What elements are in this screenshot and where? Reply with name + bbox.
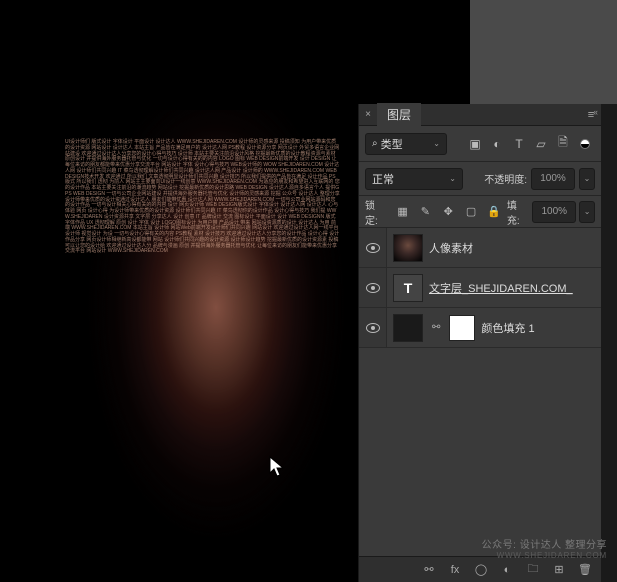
opacity-stepper[interactable]: ⌄: [579, 168, 595, 190]
blend-mode-select[interactable]: 正常 ⌄: [365, 168, 463, 190]
layer-thumbnail[interactable]: T: [393, 274, 423, 302]
filter-row: ⌕ 类型 ⌄ ▣ ◐ T ▱ 🗎: [359, 126, 601, 162]
lock-row: 锁定: ▦ ✎ ✥ ▢ 🔒 填充: 100% ⌄: [359, 196, 601, 228]
layer-row[interactable]: ⚯ 颜色填充 1: [359, 308, 601, 348]
layer-name[interactable]: 文字层_SHEJIDAREN.COM_: [429, 280, 601, 296]
layer-row[interactable]: T 文字层_SHEJIDAREN.COM_: [359, 268, 601, 308]
layer-mask-thumbnail[interactable]: [449, 315, 475, 341]
panel-menu-icon[interactable]: ≡: [581, 109, 601, 121]
chevron-down-icon: ⌄: [433, 139, 440, 148]
blend-mode-value: 正常: [372, 171, 394, 187]
visibility-toggle[interactable]: [359, 308, 387, 347]
visibility-toggle[interactable]: [359, 228, 387, 267]
link-layers-icon[interactable]: ⚯: [417, 560, 441, 580]
lock-artboard-icon[interactable]: ▢: [461, 202, 481, 222]
delete-layer-icon[interactable]: 🗑: [573, 560, 597, 580]
eye-icon: [366, 323, 380, 333]
filter-pixel-icon[interactable]: ▣: [465, 134, 485, 154]
text-portrait-artwork: UI设计师们 版式设计 字体设计 平面设计 设计达人 WWW.SHEJIDARE…: [40, 110, 360, 580]
link-mask-icon[interactable]: ⚯: [432, 322, 440, 333]
filter-shape-icon[interactable]: ▱: [531, 134, 551, 154]
filter-type-icon[interactable]: T: [509, 134, 529, 154]
collapse-panel-icon[interactable]: ‹‹: [593, 107, 597, 117]
layers-tab[interactable]: 图层: [377, 103, 421, 126]
new-group-icon[interactable]: 🗀: [521, 560, 545, 580]
cursor-icon: [268, 455, 288, 479]
chevron-down-icon: ⌄: [449, 174, 456, 183]
workspace-empty-area: [470, 0, 617, 104]
filter-smartobject-icon[interactable]: 🗎: [553, 134, 573, 154]
lock-pixels-icon[interactable]: ▦: [393, 202, 413, 222]
new-layer-icon[interactable]: ⊞: [547, 560, 571, 580]
visibility-toggle[interactable]: [359, 268, 387, 307]
panel-header: × 图层 ≡: [359, 104, 601, 126]
layer-name[interactable]: 人像素材: [429, 240, 601, 256]
filter-toggle-icon[interactable]: [575, 134, 595, 154]
lock-position-icon[interactable]: ✥: [438, 202, 458, 222]
eye-icon: [366, 243, 380, 253]
layer-list: 人像素材 T 文字层_SHEJIDAREN.COM_ ⚯ 颜色填充 1: [359, 228, 601, 348]
layer-thumbnail[interactable]: [393, 234, 423, 262]
opacity-label: 不透明度:: [484, 171, 527, 186]
fill-label: 填充:: [507, 197, 530, 227]
filter-icons-group: ▣ ◐ T ▱ 🗎: [465, 134, 595, 154]
close-panel-icon[interactable]: ×: [359, 109, 377, 120]
fill-stepper[interactable]: ⌄: [579, 201, 595, 223]
lock-label: 锁定:: [365, 197, 388, 227]
lock-all-icon[interactable]: 🔒: [484, 202, 504, 222]
new-fill-adjustment-icon[interactable]: ◐: [495, 560, 519, 580]
layers-panel: ‹‹ × 图层 ≡ ⌕ 类型 ⌄ ▣ ◐ T ▱ 🗎 正常 ⌄ 不透明度: 10…: [358, 104, 601, 582]
lock-position-brush-icon[interactable]: ✎: [415, 202, 435, 222]
filter-type-select[interactable]: ⌕ 类型 ⌄: [365, 133, 447, 155]
layer-fx-icon[interactable]: fx: [443, 560, 467, 580]
panel-footer: ⚯ fx ◯ ◐ 🗀 ⊞ 🗑: [359, 556, 601, 582]
blend-mode-row: 正常 ⌄ 不透明度: 100% ⌄: [359, 162, 601, 196]
layer-name[interactable]: 颜色填充 1: [481, 320, 601, 336]
add-mask-icon[interactable]: ◯: [469, 560, 493, 580]
filter-type-label: 类型: [381, 136, 403, 152]
search-icon: ⌕: [372, 138, 378, 149]
filter-adjustment-icon[interactable]: ◐: [487, 134, 507, 154]
layer-thumbnail[interactable]: [393, 314, 423, 342]
opacity-input[interactable]: 100%: [531, 168, 575, 190]
text-overlay: UI设计师们 版式设计 字体设计 平面设计 设计达人 WWW.SHEJIDARE…: [40, 110, 360, 580]
eye-icon: [366, 283, 380, 293]
fill-input[interactable]: 100%: [532, 201, 576, 223]
layer-row[interactable]: 人像素材: [359, 228, 601, 268]
